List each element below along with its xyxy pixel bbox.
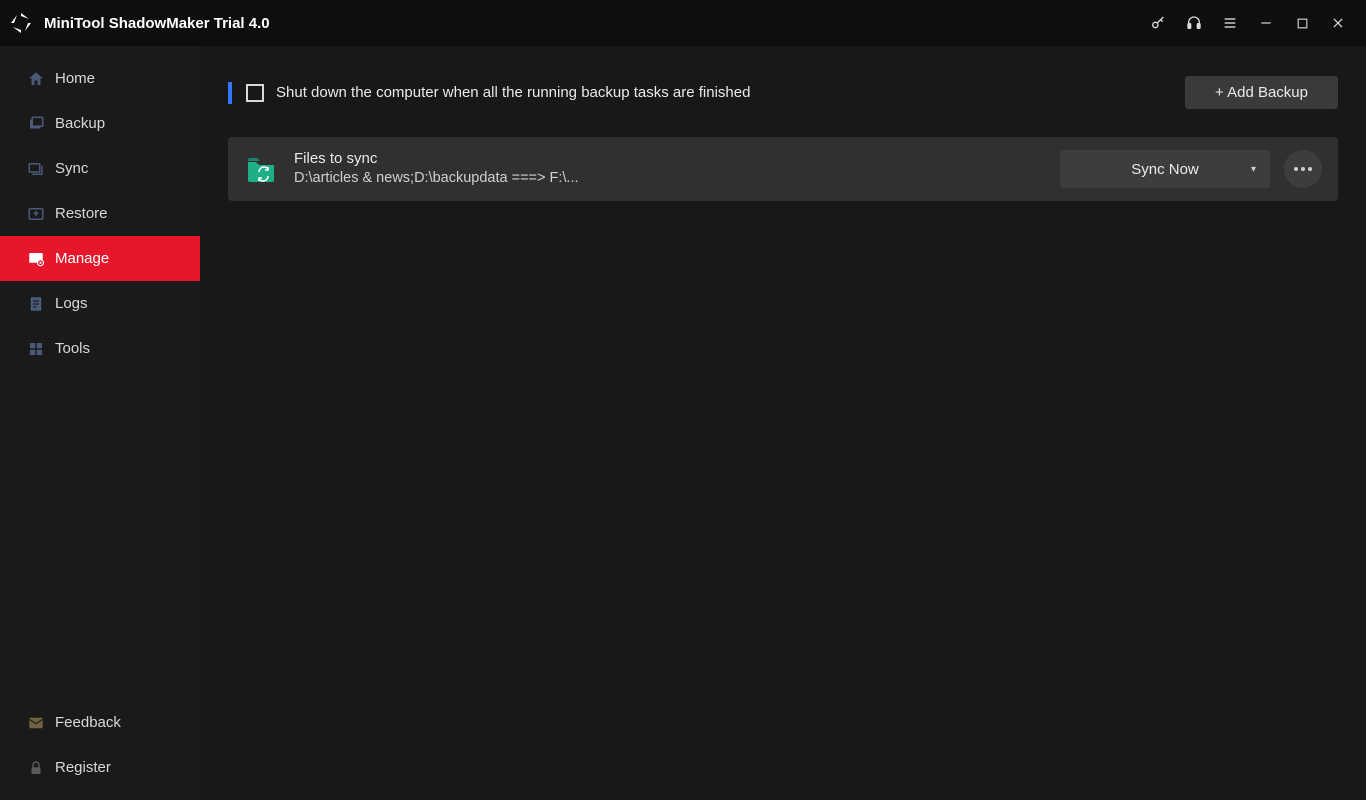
- titlebar: MiniTool ShadowMaker Trial 4.0: [0, 0, 1366, 46]
- shutdown-checkbox[interactable]: [246, 84, 264, 102]
- more-options-button[interactable]: [1284, 150, 1322, 188]
- restore-icon: [26, 204, 46, 224]
- action-bar: Shut down the computer when all the runn…: [228, 76, 1338, 109]
- sidebar-item-label: Manage: [55, 250, 109, 267]
- app-logo-icon: [8, 10, 34, 36]
- sidebar-item-label: Feedback: [55, 714, 121, 731]
- sidebar-item-sync[interactable]: Sync: [0, 146, 200, 191]
- accent-indicator: [228, 82, 232, 104]
- sidebar-item-home[interactable]: Home: [0, 56, 200, 101]
- folder-sync-icon: [244, 152, 278, 186]
- sync-icon: [26, 159, 46, 179]
- add-backup-button[interactable]: + Add Backup: [1185, 76, 1338, 109]
- close-icon[interactable]: [1320, 5, 1356, 41]
- sidebar-item-label: Home: [55, 70, 95, 87]
- app-title: MiniTool ShadowMaker Trial 4.0: [44, 15, 270, 32]
- headset-icon[interactable]: [1176, 5, 1212, 41]
- feedback-icon: [26, 713, 46, 733]
- sync-now-label: Sync Now: [1131, 161, 1199, 178]
- minimize-icon[interactable]: [1248, 5, 1284, 41]
- main-panel: Shut down the computer when all the runn…: [200, 46, 1366, 800]
- home-icon: [26, 69, 46, 89]
- tools-icon: [26, 339, 46, 359]
- shutdown-label: Shut down the computer when all the runn…: [276, 84, 750, 101]
- chevron-down-icon: ▾: [1251, 164, 1256, 175]
- sync-now-button[interactable]: Sync Now ▾: [1060, 150, 1270, 188]
- task-title: Files to sync: [294, 149, 1060, 169]
- backup-icon: [26, 114, 46, 134]
- sidebar: Home Backup Sync: [0, 46, 200, 800]
- sidebar-item-label: Logs: [55, 295, 88, 312]
- task-card: Files to sync D:\articles & news;D:\back…: [228, 137, 1338, 201]
- sidebar-item-label: Tools: [55, 340, 90, 357]
- sidebar-item-restore[interactable]: Restore: [0, 191, 200, 236]
- sidebar-item-label: Sync: [55, 160, 88, 177]
- sidebar-item-backup[interactable]: Backup: [0, 101, 200, 146]
- logs-icon: [26, 294, 46, 314]
- sidebar-item-label: Register: [55, 759, 111, 776]
- sidebar-item-tools[interactable]: Tools: [0, 326, 200, 371]
- register-icon: [26, 758, 46, 778]
- sidebar-item-register[interactable]: Register: [0, 745, 200, 790]
- task-path: D:\articles & news;D:\backupdata ===> F:…: [294, 169, 1060, 189]
- manage-icon: [26, 249, 46, 269]
- sidebar-item-label: Backup: [55, 115, 105, 132]
- sidebar-item-feedback[interactable]: Feedback: [0, 700, 200, 745]
- maximize-icon[interactable]: [1284, 5, 1320, 41]
- sidebar-item-manage[interactable]: Manage: [0, 236, 200, 281]
- menu-icon[interactable]: [1212, 5, 1248, 41]
- key-icon[interactable]: [1140, 5, 1176, 41]
- sidebar-item-label: Restore: [55, 205, 108, 222]
- sidebar-item-logs[interactable]: Logs: [0, 281, 200, 326]
